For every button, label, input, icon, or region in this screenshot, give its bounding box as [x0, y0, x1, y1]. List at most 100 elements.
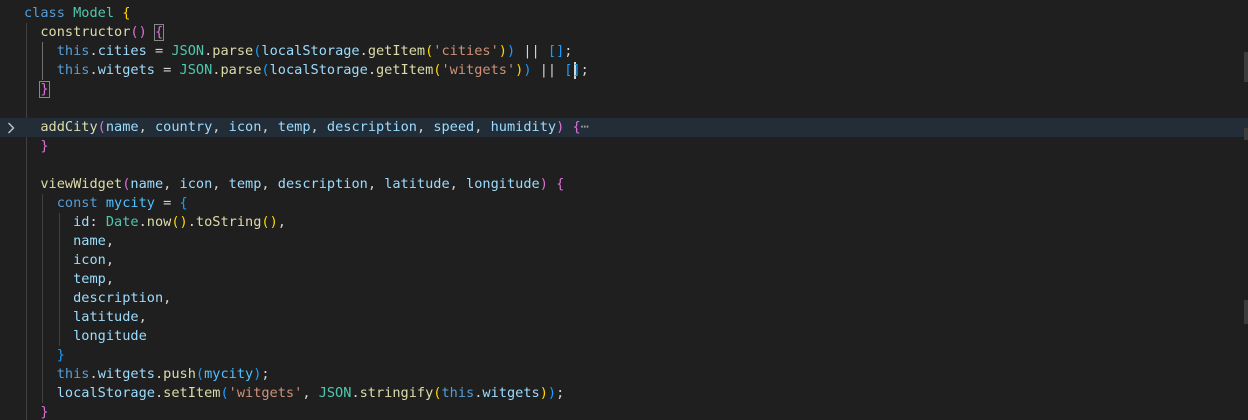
code-token: , [261, 119, 278, 135]
code-token: . [89, 62, 98, 78]
code-line[interactable]: localStorage.setItem('witgets', JSON.str… [0, 384, 1248, 403]
code-token: } [56, 347, 65, 363]
code-token: } [40, 404, 49, 420]
code-token: 'cities' [433, 43, 499, 59]
code-line[interactable]: constructor() { [0, 23, 1248, 42]
code-token: description [277, 176, 368, 192]
code-token: witgets [482, 385, 540, 401]
code-text: addCity(name, country, icon, temp, descr… [24, 118, 589, 137]
code-line[interactable]: class Model { [0, 4, 1248, 23]
code-line[interactable]: name, [0, 232, 1248, 251]
code-token: || [515, 43, 548, 59]
code-token: , [163, 176, 180, 192]
code-token: ( [220, 385, 229, 401]
code-token: [] [547, 43, 565, 59]
code-line[interactable]: } [0, 346, 1248, 365]
code-token: , [310, 119, 327, 135]
code-token: 'witgets' [228, 385, 303, 401]
code-token: toString [195, 214, 262, 230]
code-text: } [24, 403, 49, 420]
chevron-right-icon[interactable] [7, 118, 17, 137]
code-line[interactable]: this.cities = JSON.parse(localStorage.ge… [0, 42, 1248, 61]
code-token: name [105, 119, 139, 135]
code-token: . [138, 214, 147, 230]
code-token: description [73, 290, 164, 306]
code-token: this [56, 43, 90, 59]
code-token: localStorage [269, 62, 368, 78]
scrollbar-marker [1244, 300, 1248, 324]
code-token: this [56, 366, 90, 382]
code-line[interactable]: const mycity = { [0, 194, 1248, 213]
code-line[interactable]: viewWidget(name, icon, temp, description… [0, 175, 1248, 194]
code-line[interactable]: longitude [0, 327, 1248, 346]
code-line[interactable]: } [0, 137, 1248, 156]
code-text: } [24, 346, 65, 365]
code-line[interactable]: this.witgets.push(mycity); [0, 365, 1248, 384]
code-token: , [474, 119, 491, 135]
code-token: temp [228, 176, 262, 192]
code-text: latitude, [24, 308, 147, 327]
code-token: () [261, 214, 278, 230]
code-line[interactable]: this.witgets = JSON.parse(localStorage.g… [0, 61, 1248, 80]
code-token: , [449, 176, 467, 192]
code-line[interactable]: } [0, 403, 1248, 420]
code-text: class Model { [24, 4, 130, 23]
code-token: : [89, 214, 106, 230]
code-token: setItem [163, 385, 221, 401]
code-token: const [56, 195, 98, 211]
code-line[interactable]: addCity(name, country, icon, temp, descr… [0, 118, 1248, 137]
code-line[interactable]: } [0, 80, 1248, 99]
code-token: , [105, 233, 115, 249]
code-token: , [138, 119, 155, 135]
code-token: JSON [171, 43, 205, 59]
code-line[interactable]: icon, [0, 251, 1248, 270]
code-line[interactable]: latitude, [0, 308, 1248, 327]
code-line[interactable]: temp, [0, 270, 1248, 289]
code-token: speed [433, 119, 475, 135]
code-token: getItem [376, 62, 434, 78]
code-token: witgets [97, 366, 155, 382]
code-token: JSON [179, 62, 213, 78]
code-token: constructor [40, 24, 131, 40]
code-text: this.witgets.push(mycity); [24, 365, 270, 384]
code-line[interactable] [0, 156, 1248, 175]
code-token: || [531, 62, 565, 78]
code-token: ) [523, 62, 532, 78]
code-token: . [367, 62, 376, 78]
code-token: , [367, 176, 385, 192]
code-token: id [73, 214, 90, 230]
code-editor[interactable]: class Model { constructor() { this.citie… [0, 0, 1248, 420]
code-token: } [40, 81, 49, 97]
code-line[interactable]: description, [0, 289, 1248, 308]
code-text: name, [24, 232, 114, 251]
code-token: longitude [73, 328, 147, 344]
scrollbar-marker [1244, 128, 1248, 140]
code-token: now [146, 214, 172, 230]
code-token: { [572, 119, 581, 135]
code-text: id: Date.now().toString(), [24, 213, 286, 232]
code-token: ⋯ [580, 119, 589, 135]
code-line[interactable] [0, 99, 1248, 118]
code-token: , [261, 176, 278, 192]
code-token: . [89, 43, 98, 59]
code-line[interactable]: id: Date.now().toString(), [0, 213, 1248, 232]
code-token: , [163, 290, 172, 306]
code-text: temp, [24, 270, 114, 289]
code-token: temp [73, 271, 106, 287]
code-token: ( [97, 119, 106, 135]
code-token: , [302, 385, 319, 401]
code-token: . [359, 43, 368, 59]
code-token: ; [556, 385, 565, 401]
